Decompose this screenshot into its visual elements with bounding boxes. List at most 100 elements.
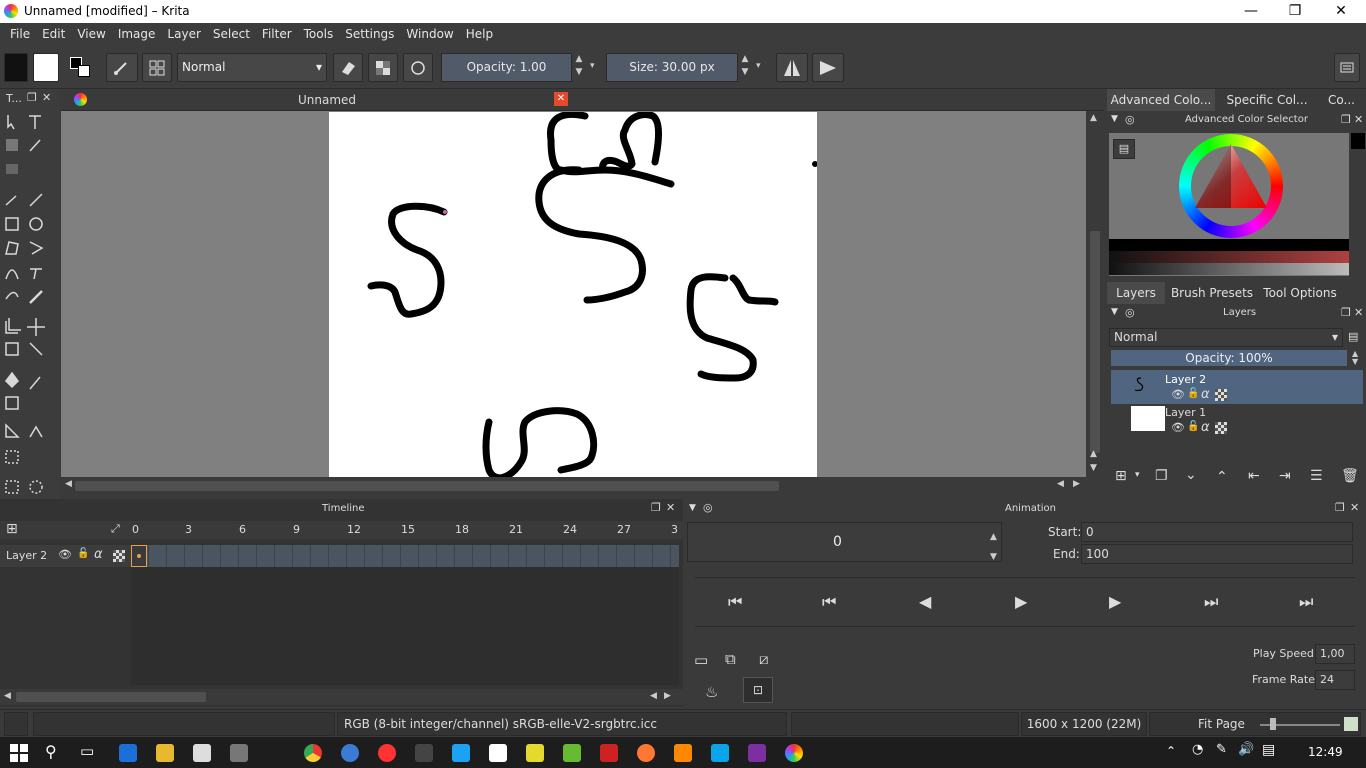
edge-browser-icon[interactable] — [119, 744, 137, 762]
app-icon[interactable] — [415, 744, 433, 762]
layer-1-alpha-lock-icon[interactable] — [1215, 422, 1227, 434]
color-scrollbar[interactable] — [1351, 149, 1365, 277]
menu-window[interactable]: Window — [400, 23, 459, 41]
layer-import-icon[interactable]: ⇥ — [1279, 468, 1291, 484]
brush-size-slider[interactable]: Size: 30.00 px — [606, 53, 738, 82]
twitter-icon[interactable] — [452, 744, 470, 762]
animation-lock-icon[interactable]: ◎ — [703, 501, 713, 514]
play-icon[interactable]: ▶ — [1015, 592, 1027, 611]
vertical-scroll-thumb[interactable] — [1090, 231, 1100, 453]
background-color-swatch[interactable] — [33, 53, 59, 82]
layer-1-visibility-icon[interactable]: 👁 — [1171, 421, 1185, 434]
layer-blend-mode-select[interactable]: Normal ▾ — [1109, 328, 1343, 347]
end-frame-field[interactable]: 100 — [1081, 544, 1353, 564]
timeline-lock-icon[interactable]: 🔓 — [77, 548, 89, 559]
color-bar-red[interactable] — [1109, 251, 1349, 263]
add-blank-frame-icon[interactable]: ▭ — [694, 651, 708, 669]
frame-rate-field[interactable]: 24 — [1315, 670, 1355, 690]
color-selector-settings-icon[interactable]: ▤ — [1113, 139, 1135, 159]
delete-layer-icon[interactable]: 🗑 — [1341, 468, 1359, 484]
start-frame-field[interactable]: 0 — [1081, 522, 1353, 542]
size-stepper[interactable]: ▲ ▼ — [738, 53, 752, 82]
layers-float-icon[interactable]: ❐ — [1341, 306, 1351, 319]
language-icon[interactable]: ✎ — [1216, 742, 1227, 757]
add-layer-icon[interactable]: ⊞ — [1115, 468, 1127, 484]
menu-help[interactable]: Help — [460, 23, 499, 41]
swap-colors-icon[interactable] — [66, 53, 96, 82]
drawing-canvas[interactable] — [329, 110, 818, 482]
layers-lock-icon[interactable]: ◎ — [1125, 306, 1135, 319]
sketch-app-icon[interactable] — [563, 744, 581, 762]
move-layer-down-icon[interactable]: ⌄ — [1185, 467, 1197, 483]
tab-advanced-color[interactable]: Advanced Colo... — [1107, 89, 1215, 111]
store-icon[interactable] — [193, 744, 211, 762]
timeline-layer-row[interactable]: Layer 2 👁 🔓 α — [0, 545, 131, 567]
animation-float-icon[interactable]: ❐ — [1335, 501, 1345, 514]
layer-options-icon[interactable]: ▤ — [1348, 330, 1358, 343]
zoom-slider-handle[interactable] — [1270, 718, 1276, 730]
document-app-icon[interactable] — [489, 744, 507, 762]
close-docker-icon[interactable]: ✕ — [1354, 113, 1363, 126]
layers-close-icon[interactable]: ✕ — [1354, 306, 1363, 319]
task-view-icon[interactable]: ▭ — [80, 742, 94, 760]
lock-docker-icon[interactable]: ◎ — [1125, 113, 1135, 126]
eraser-mode-icon[interactable] — [333, 53, 363, 82]
onenote-icon[interactable] — [748, 744, 766, 762]
add-duplicate-frame-icon[interactable]: ⧉ — [725, 650, 736, 668]
move-layer-up-icon[interactable]: ⌃ — [1216, 469, 1228, 485]
menu-view[interactable]: View — [71, 23, 111, 41]
tab-specific-color[interactable]: Specific Col... — [1217, 89, 1317, 111]
timeline-float-icon[interactable]: ❐ — [651, 501, 661, 514]
gimp-icon[interactable] — [230, 744, 248, 762]
foreground-color-swatch[interactable] — [4, 53, 28, 82]
menu-select[interactable]: Select — [207, 23, 256, 41]
mirror-vertical-icon[interactable] — [812, 53, 844, 82]
media-icon[interactable] — [378, 744, 396, 762]
maximize-button[interactable]: ❐ — [1272, 0, 1318, 23]
file-explorer-icon[interactable] — [156, 744, 174, 762]
firefox-icon[interactable] — [637, 744, 655, 762]
delete-keyframe-icon[interactable]: ⧄ — [759, 650, 769, 668]
float-panel-icon[interactable]: ❐ — [27, 91, 37, 104]
vlc-icon[interactable] — [674, 744, 692, 762]
layer-2-visibility-icon[interactable]: 👁 — [1171, 388, 1185, 401]
minimize-button[interactable]: — — [1228, 0, 1274, 23]
filezilla-icon[interactable] — [600, 744, 618, 762]
layer-row-layer-1[interactable]: Layer 1 👁 🔓 α — [1111, 404, 1363, 436]
add-keyframe-icon[interactable]: ⊞ — [6, 521, 18, 537]
skype-icon[interactable] — [711, 744, 729, 762]
layer-2-alpha-lock-icon[interactable] — [1215, 389, 1227, 401]
hue-ring[interactable] — [1179, 134, 1283, 238]
clock[interactable]: 12:49 — [1308, 745, 1343, 759]
float-docker-icon[interactable]: ❐ — [1341, 113, 1351, 126]
timeline-horizontal-scrollbar[interactable]: ◀ ◀ ▶ — [0, 689, 683, 705]
browser-icon[interactable] — [341, 744, 359, 762]
color-bar-gray[interactable] — [1109, 263, 1349, 275]
collapse-icon[interactable]: ▼ — [1111, 114, 1118, 124]
opacity-stepper[interactable]: ▲ ▼ — [572, 53, 586, 82]
layer-properties-icon[interactable]: ⇤ — [1248, 468, 1260, 484]
search-icon[interactable]: ⚲ — [45, 742, 57, 761]
notifications-icon[interactable]: ▤ — [1262, 742, 1275, 758]
menu-layer[interactable]: Layer — [161, 23, 206, 41]
wifi-icon[interactable]: ◔ — [1192, 742, 1203, 757]
layer-opacity-stepper[interactable]: ▲ ▼ — [1352, 350, 1358, 366]
volume-icon[interactable]: 🔊 — [1238, 742, 1254, 757]
menu-tools[interactable]: Tools — [298, 23, 340, 41]
alpha-lock-icon[interactable] — [368, 53, 398, 82]
size-chevron-down-icon[interactable]: ▾ — [756, 61, 761, 71]
keyframe-track[interactable] — [131, 545, 679, 567]
blend-mode-select[interactable]: Normal ▾ — [177, 53, 327, 82]
tab-tool-options[interactable]: Tool Options — [1259, 282, 1341, 304]
brush-preset-icon[interactable] — [106, 53, 138, 82]
tab-brush-presets[interactable]: Brush Presets — [1169, 282, 1255, 304]
tab-color-other[interactable]: Co... — [1319, 89, 1364, 111]
tab-layers[interactable]: Layers — [1107, 282, 1165, 304]
animation-close-icon[interactable]: ✕ — [1350, 501, 1359, 514]
layer-2-lock-icon[interactable]: 🔓 — [1187, 388, 1199, 399]
timeline-zoom-icon[interactable]: ⤢ — [111, 522, 120, 536]
layer-row-layer-2[interactable]: Layer 2 👁 🔓 α — [1111, 370, 1363, 404]
next-keyframe-icon[interactable]: ⏭ — [1204, 592, 1218, 612]
menu-settings[interactable]: Settings — [339, 23, 400, 41]
menu-file[interactable]: File — [0, 23, 36, 41]
